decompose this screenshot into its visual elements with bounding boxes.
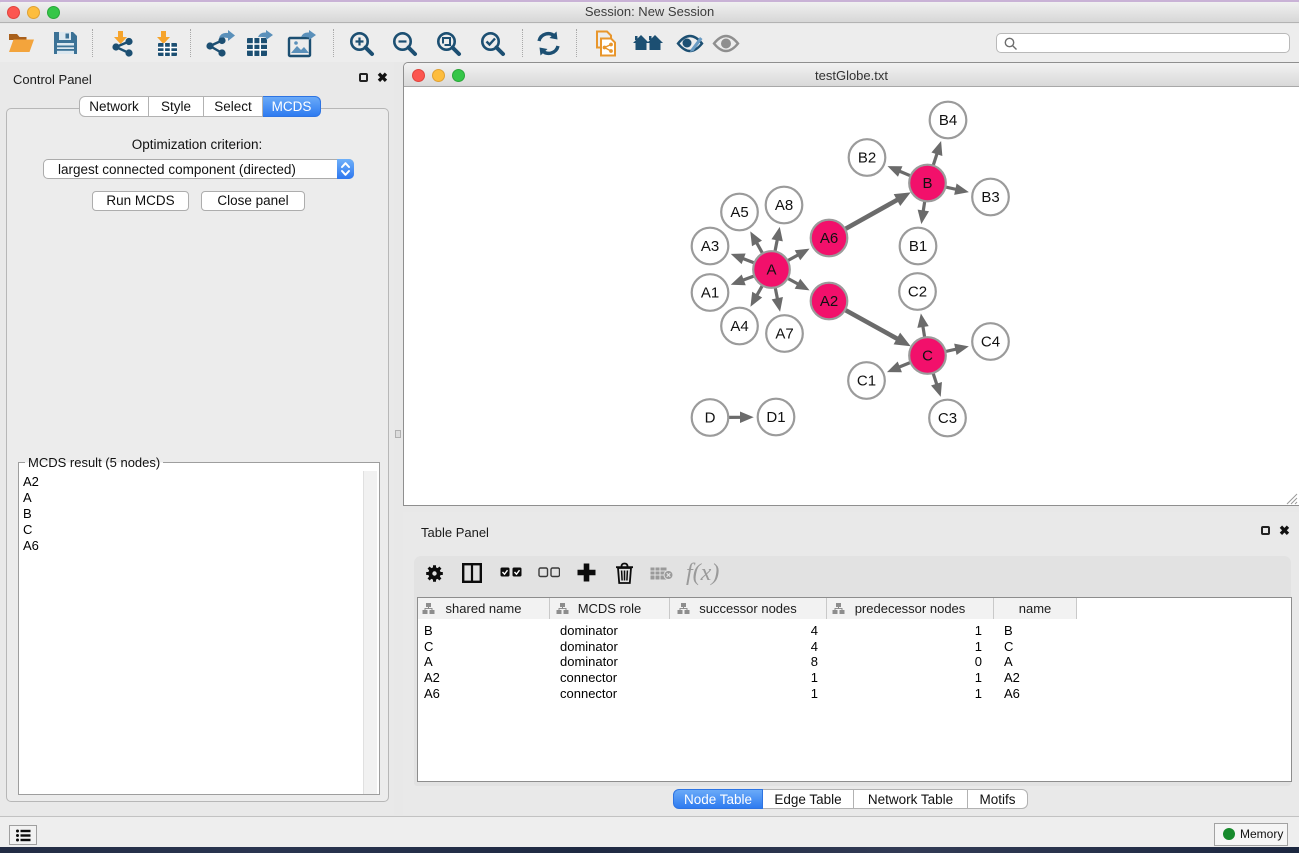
svg-text:C: C	[922, 348, 933, 365]
svg-text:D: D	[705, 410, 716, 427]
svg-text:C1: C1	[857, 373, 876, 390]
svg-text:D1: D1	[766, 409, 785, 426]
svg-text:A: A	[766, 262, 776, 279]
svg-text:C2: C2	[908, 284, 927, 301]
svg-text:B4: B4	[939, 112, 957, 129]
svg-text:A1: A1	[701, 285, 719, 302]
svg-text:A7: A7	[775, 326, 793, 343]
svg-text:A8: A8	[775, 197, 793, 214]
svg-text:C4: C4	[981, 334, 1000, 351]
svg-text:A3: A3	[701, 238, 719, 255]
svg-text:B: B	[922, 175, 932, 192]
svg-text:B2: B2	[858, 150, 876, 167]
svg-text:A5: A5	[730, 204, 748, 221]
svg-text:B1: B1	[909, 238, 927, 255]
svg-text:A4: A4	[730, 318, 748, 335]
svg-text:C3: C3	[938, 410, 957, 427]
svg-text:A6: A6	[820, 230, 838, 247]
svg-text:A2: A2	[820, 293, 838, 310]
svg-text:B3: B3	[981, 189, 999, 206]
